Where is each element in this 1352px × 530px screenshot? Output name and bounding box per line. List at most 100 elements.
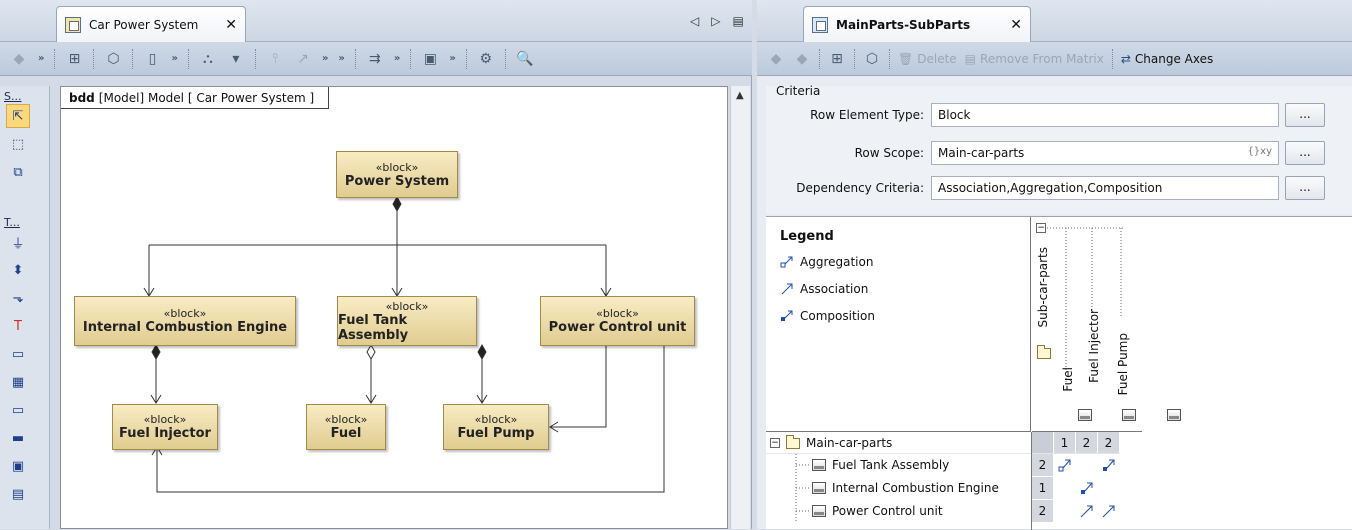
delete-button[interactable]: 🗑 Delete — [898, 48, 957, 70]
expression-icon[interactable]: {}xy — [1247, 146, 1272, 157]
criteria-heading: Criteria — [776, 84, 821, 98]
more-tools-icon[interactable]: » — [322, 53, 328, 64]
relation-icon[interactable]: ⫯ — [266, 48, 284, 70]
package-icon[interactable]: ▭ — [6, 342, 30, 366]
criteria-section: Criteria Row Element Type: Block ... Row… — [766, 84, 1352, 214]
more-tools-icon[interactable]: » — [38, 53, 44, 64]
column-header-fuel-pump[interactable]: Fuel Pump — [1116, 333, 1130, 395]
more-tools-icon[interactable]: » — [171, 53, 177, 64]
dependency-criteria-browse-button[interactable]: ... — [1285, 176, 1325, 200]
block-fuel-injector[interactable]: «block» Fuel Injector — [112, 404, 218, 450]
column-group-label[interactable]: Sub-car-parts — [1036, 247, 1050, 327]
separator — [889, 48, 890, 69]
separator — [504, 48, 506, 69]
close-icon[interactable]: ✕ — [1010, 17, 1022, 33]
layout-icon[interactable]: ⛬ — [199, 48, 217, 70]
row-element-type-field[interactable]: Block — [931, 103, 1279, 127]
back-arrow-icon[interactable]: ◆ — [10, 48, 28, 70]
bdd-diagram-icon — [65, 16, 81, 33]
row-scope-field[interactable]: Main-car-parts {}xy — [931, 141, 1279, 165]
row-fuel-tank-assembly[interactable]: Fuel Tank Assembly — [812, 454, 949, 476]
separator — [1111, 48, 1113, 69]
matrix-tab-strip: MainParts-SubParts ✕ — [757, 0, 1352, 42]
row-count: 2 — [1032, 454, 1054, 476]
diagram-canvas[interactable]: bdd [Model] Model [ Car Power System ] «… — [60, 86, 728, 529]
block-stereotype: «block» — [143, 413, 187, 426]
block-power-system[interactable]: «block» Power System — [336, 151, 458, 198]
layout-dropdown-icon[interactable]: ▾ — [227, 48, 245, 70]
row-label: Fuel Tank Assembly — [832, 458, 950, 472]
block-name: Fuel — [330, 426, 362, 441]
dependency-criteria-field[interactable]: Association,Aggregation,Composition — [931, 176, 1279, 200]
diagram-vertical-scrollbar[interactable]: ▲ — [730, 86, 750, 529]
align-icon[interactable]: ⬍ — [6, 258, 30, 282]
separator — [254, 48, 256, 69]
matrix-cell-aggregation[interactable] — [1054, 454, 1076, 476]
next-tab-icon[interactable]: ▷ — [711, 14, 720, 28]
separator — [819, 48, 820, 69]
previous-tab-icon[interactable]: ◁ — [690, 14, 699, 28]
block-icon — [1077, 409, 1092, 421]
delete-label: Delete — [917, 51, 957, 66]
block-fuel-tank-assembly[interactable]: «block» Fuel Tank Assembly — [337, 296, 477, 346]
group-icon[interactable]: ⧉ — [6, 160, 30, 184]
scroll-up-icon[interactable]: ▲ — [736, 90, 744, 101]
tab-car-power-system[interactable]: Car Power System ✕ — [56, 6, 246, 42]
pointer-icon[interactable]: ⇱ — [6, 104, 30, 128]
gear-icon[interactable]: ⚙ — [477, 48, 495, 70]
block-name: Fuel Pump — [457, 426, 535, 441]
palette-group-header[interactable]: S... — [4, 90, 21, 103]
block-fuel[interactable]: «block» Fuel — [306, 404, 386, 450]
more-tools-icon[interactable]: » — [338, 53, 344, 64]
change-axes-button[interactable]: ⇄ Change Axes — [1121, 48, 1213, 70]
row-element-type-browse-button[interactable]: ... — [1285, 103, 1325, 127]
more-tools-icon[interactable]: » — [394, 53, 400, 64]
column-header-fuel-injector[interactable]: Fuel Injector — [1087, 309, 1101, 383]
dependency-matrix: Legend Aggregation Association Compositi… — [766, 216, 1352, 530]
matrix-cell-composition[interactable] — [1098, 454, 1120, 476]
paste-icon[interactable]: ▯ — [143, 48, 161, 70]
block-fuel-pump[interactable]: «block» Fuel Pump — [443, 404, 549, 450]
block-stereotype: «block» — [163, 307, 207, 320]
block-internal-combustion-engine[interactable]: «block» Internal Combustion Engine — [74, 296, 296, 346]
back-arrow-icon[interactable]: ◆ — [767, 48, 785, 70]
frame-icon[interactable]: ▭ — [6, 398, 30, 422]
matrix-cell-composition[interactable] — [1076, 477, 1098, 499]
text-icon[interactable]: T — [6, 314, 30, 338]
block-icon — [812, 459, 826, 471]
distribute-icon[interactable]: ⬎ — [6, 286, 30, 310]
display-icon[interactable]: ▣ — [421, 48, 439, 70]
row-scope-browse-button[interactable]: ... — [1285, 141, 1325, 165]
part-icon[interactable]: ▣ — [6, 454, 30, 478]
tab-mainparts-subparts[interactable]: MainParts-SubParts ✕ — [803, 6, 1031, 42]
remove-from-matrix-button[interactable]: ▤ Remove From Matrix — [965, 48, 1104, 70]
route-icon[interactable]: ⇉ — [366, 48, 384, 70]
row-power-control-unit[interactable]: Power Control unit — [812, 500, 943, 522]
marquee-icon[interactable]: ⬚ — [6, 132, 30, 156]
close-icon[interactable]: ✕ — [225, 17, 237, 33]
specification-icon[interactable]: ⬡ — [104, 48, 122, 70]
stamp-icon[interactable]: ⏚ — [6, 230, 30, 254]
matrix-cell-association[interactable] — [1098, 500, 1120, 522]
forward-arrow-icon[interactable]: ◆ — [793, 48, 811, 70]
block-power-control-unit[interactable]: «block» Power Control unit — [540, 296, 695, 346]
containment-tree-icon[interactable]: ⊞ — [65, 48, 83, 70]
column-count: 2 — [1098, 432, 1120, 454]
column-header: − Sub-car-parts Fuel Fuel Injector Fuel … — [1032, 217, 1182, 432]
separator — [354, 48, 356, 69]
palette-group-header[interactable]: T... — [4, 216, 20, 229]
block-diagram-icon[interactable]: ▦ — [6, 370, 30, 394]
block-icon — [1167, 409, 1182, 421]
port-icon[interactable]: ▤ — [6, 482, 30, 506]
specification-icon[interactable]: ⬡ — [863, 48, 881, 70]
block-icon[interactable]: ▬ — [6, 426, 30, 450]
path-icon[interactable]: ↗ — [294, 48, 312, 70]
more-tools-icon[interactable]: » — [449, 53, 455, 64]
matrix-cell-association[interactable] — [1076, 500, 1098, 522]
tab-list-icon[interactable]: ▤ — [732, 14, 743, 28]
column-header-fuel[interactable]: Fuel — [1061, 367, 1075, 392]
composition-diamond — [392, 195, 402, 213]
containment-tree-icon[interactable]: ⊞ — [828, 48, 846, 70]
zoom-icon[interactable]: 🔍 — [516, 48, 534, 70]
row-internal-combustion-engine[interactable]: Internal Combustion Engine — [812, 477, 999, 499]
